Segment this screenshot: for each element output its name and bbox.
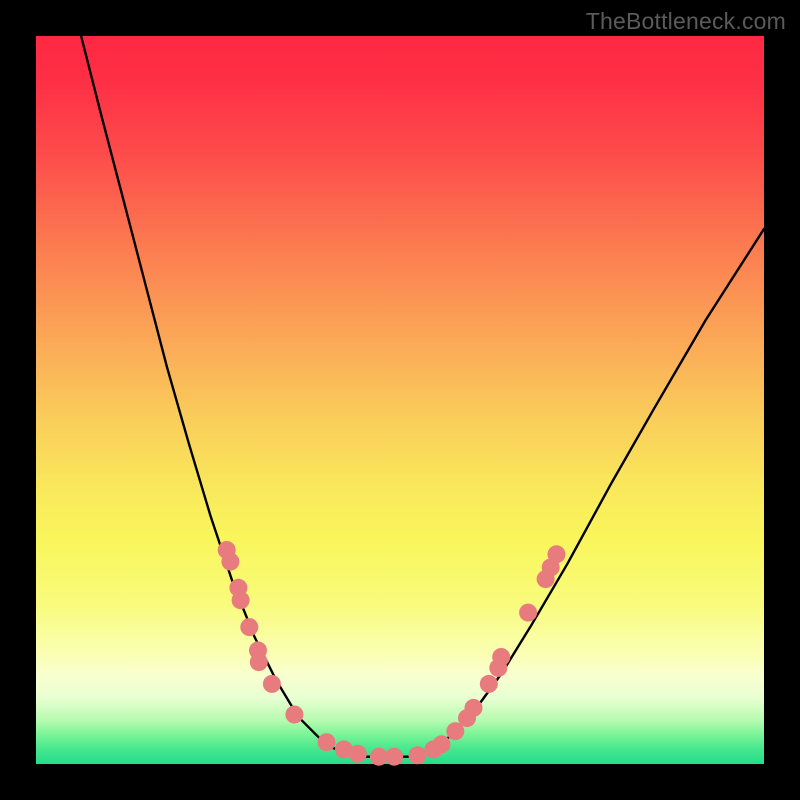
data-marker <box>285 706 303 724</box>
chart-svg <box>36 36 764 764</box>
data-marker <box>548 545 566 563</box>
data-marker <box>240 618 258 636</box>
curve-path <box>81 36 764 757</box>
data-marker <box>232 591 250 609</box>
data-marker <box>250 653 268 671</box>
data-marker <box>318 733 336 751</box>
data-marker <box>465 699 483 717</box>
data-marker <box>409 746 427 764</box>
data-marker <box>519 604 537 622</box>
data-marker <box>349 745 367 763</box>
data-marker <box>433 735 451 753</box>
data-marker <box>221 553 239 571</box>
bottleneck-curve <box>81 36 764 757</box>
data-marker <box>480 675 498 693</box>
chart-frame: TheBottleneck.com <box>0 0 800 800</box>
watermark-text: TheBottleneck.com <box>586 8 786 35</box>
data-marker <box>370 748 388 766</box>
data-marker <box>263 675 281 693</box>
data-marker <box>385 748 403 766</box>
data-marker <box>492 648 510 666</box>
plot-area <box>36 36 764 764</box>
